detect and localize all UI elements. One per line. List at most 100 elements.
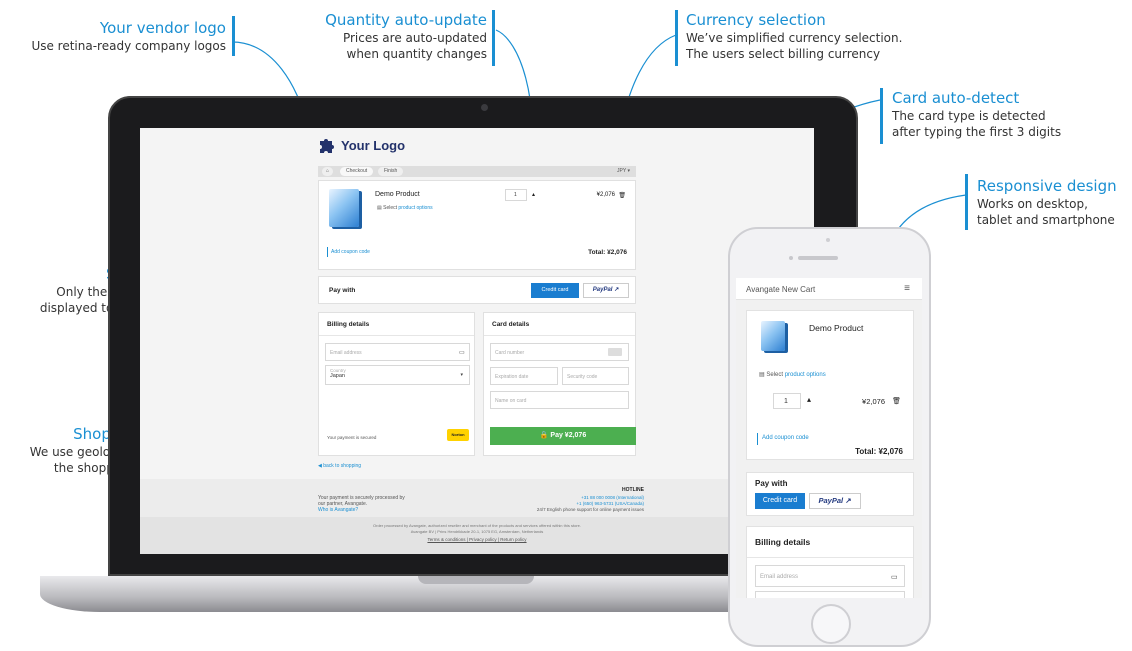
country-select[interactable]: Country Japan ▾ bbox=[325, 365, 470, 385]
mobile-product-options[interactable]: ▤ Select product options bbox=[759, 371, 826, 378]
mobile-product-card: Demo Product ▤ Select product options 1 … bbox=[746, 310, 914, 460]
mobile-billing-title: Billing details bbox=[755, 537, 811, 547]
checkout-steps-bar: ⌂ Checkout Finish JPY ▾ bbox=[318, 166, 636, 177]
mobile-email-field[interactable]: Email address bbox=[755, 565, 905, 587]
quantity-stepper[interactable]: ▴ bbox=[807, 395, 811, 404]
home-icon[interactable]: ⌂ bbox=[322, 167, 334, 176]
puzzle-icon bbox=[320, 139, 334, 153]
laptop-notch bbox=[418, 576, 534, 584]
hotline-heading: HOTLINE bbox=[622, 487, 644, 493]
legal-links[interactable]: Terms & conditions | Privacy policy | Re… bbox=[260, 537, 694, 542]
contact-card-icon: ▭ bbox=[459, 350, 465, 356]
pay-with-card: Pay with Credit card PayPal ↗ bbox=[318, 276, 636, 304]
annotation-desc: We’ve simplified currency selection. bbox=[686, 31, 903, 45]
contact-card-icon: ▭ bbox=[891, 574, 898, 581]
annotation-responsive: Responsive design Works on desktop, tabl… bbox=[977, 176, 1117, 228]
product-price: ¥2,076 bbox=[596, 192, 615, 198]
currency-select[interactable]: JPY ▾ bbox=[617, 168, 630, 174]
annotation-bar bbox=[965, 174, 968, 230]
annotation-title: Card auto-detect bbox=[892, 89, 1020, 107]
pay-button[interactable]: 🔒 Pay ¥2,076 bbox=[490, 427, 636, 445]
product-options-link[interactable]: product options bbox=[398, 205, 432, 211]
add-coupon-link[interactable]: Add coupon code bbox=[331, 249, 370, 255]
chevron-down-icon: ▾ bbox=[460, 372, 463, 378]
external-link-icon: ↗ bbox=[845, 496, 852, 505]
mobile-header: Avangate New Cart ≡ bbox=[736, 278, 922, 300]
annotation-vendor-logo: Your vendor logo Use retina-ready compan… bbox=[31, 18, 226, 54]
desktop-checkout-screen: Your Logo ⌂ Checkout Finish JPY ▾ Demo P… bbox=[140, 128, 814, 554]
mobile-product-price: ¥2,076 bbox=[862, 397, 885, 406]
country-value: Japan bbox=[330, 373, 345, 379]
quantity-input[interactable]: 1 bbox=[505, 189, 527, 201]
trash-icon[interactable]: 🗑 bbox=[618, 192, 626, 199]
back-to-shopping-link[interactable]: ◀ back to shopping bbox=[318, 463, 361, 469]
annotation-bar bbox=[232, 16, 235, 56]
annotation-bar bbox=[675, 10, 678, 66]
norton-badge: Norton bbox=[447, 429, 469, 441]
annotation-title: Currency selection bbox=[686, 11, 826, 29]
annotation-desc: The users select billing currency bbox=[686, 47, 881, 61]
name-on-card-field[interactable]: Name on card bbox=[490, 391, 629, 409]
options-prefix: Select bbox=[766, 372, 784, 378]
external-link-icon: ↗ bbox=[614, 287, 620, 293]
trash-icon[interactable]: 🗑 bbox=[892, 397, 901, 405]
hotline-phone-2[interactable]: +1 (650) 963-5731 (USA/Canada) bbox=[480, 501, 644, 506]
hotline-phone-1[interactable]: +31 88 000 0008 (International) bbox=[480, 495, 644, 500]
annotation-bar bbox=[880, 88, 883, 144]
coupon-divider bbox=[757, 433, 758, 445]
divider bbox=[319, 335, 474, 336]
mobile-pay-with-label: Pay with bbox=[755, 479, 788, 488]
vendor-logo: Your Logo bbox=[318, 137, 405, 153]
security-code-field[interactable]: Security code bbox=[562, 367, 629, 385]
annotation-desc: Works on desktop, bbox=[977, 197, 1088, 211]
product-options[interactable]: ▤ Select product options bbox=[377, 205, 433, 211]
step-checkout[interactable]: Checkout bbox=[340, 167, 374, 176]
annotation-title: Your vendor logo bbox=[99, 19, 226, 37]
phone-camera bbox=[826, 238, 830, 242]
order-text-1: Order processed by Avangate, authorized … bbox=[373, 523, 581, 528]
card-type-icon bbox=[608, 348, 622, 356]
laptop-camera bbox=[481, 104, 488, 111]
mobile-quantity-input[interactable]: 1 bbox=[773, 393, 801, 409]
mobile-options-link[interactable]: product options bbox=[785, 372, 826, 378]
mobile-paypal-button[interactable]: PayPal ↗ bbox=[809, 493, 861, 509]
expiration-field[interactable]: Expiration date bbox=[490, 367, 558, 385]
who-is-avangate-link[interactable]: Who is Avangate? bbox=[318, 507, 358, 513]
mobile-checkout-screen: Avangate New Cart ≡ Demo Product ▤ Selec… bbox=[736, 278, 922, 598]
product-card: Demo Product ▤ Select product options 1 … bbox=[318, 180, 636, 270]
credit-card-button[interactable]: Credit card bbox=[531, 283, 579, 298]
support-text: 24/7 English phone support for online pa… bbox=[536, 507, 644, 512]
annotation-desc: after typing the first 3 digits bbox=[892, 125, 1062, 139]
mobile-cart-total: Total: ¥2,076 bbox=[855, 447, 903, 456]
annotation-bar bbox=[492, 10, 495, 66]
checkout-footer: Your payment is securely processed by ou… bbox=[140, 479, 814, 554]
mobile-country-field[interactable] bbox=[755, 591, 905, 598]
mobile-pay-with-card: Pay with Credit card PayPal ↗ bbox=[746, 472, 914, 516]
annotation-desc: The card type is detected bbox=[892, 109, 1046, 123]
billing-details-card: Billing details Email address ▭ Country … bbox=[318, 312, 475, 456]
paypal-label: PayPal bbox=[818, 496, 844, 505]
step-finish[interactable]: Finish bbox=[378, 167, 404, 176]
mobile-coupon-link[interactable]: Add coupon code bbox=[762, 435, 809, 441]
pay-with-label: Pay with bbox=[329, 287, 356, 294]
card-details-title: Card details bbox=[492, 321, 530, 328]
quantity-stepper[interactable]: ▴ bbox=[532, 191, 535, 198]
hamburger-menu-icon[interactable]: ≡ bbox=[904, 283, 910, 294]
phone-home-button[interactable] bbox=[811, 604, 851, 644]
secured-text: Your payment is secured bbox=[327, 435, 377, 440]
annotation-desc: tablet and smartphone bbox=[977, 213, 1115, 227]
mobile-product-name: Demo Product bbox=[809, 323, 864, 333]
options-prefix: Select bbox=[383, 205, 398, 211]
annotation-desc: when quantity changes bbox=[346, 47, 487, 61]
email-field[interactable]: Email address bbox=[325, 343, 470, 361]
phone-speaker bbox=[798, 256, 838, 260]
cart-total: Total: ¥2,076 bbox=[588, 249, 627, 256]
annotation-currency: Currency selection We’ve simplified curr… bbox=[686, 10, 902, 62]
product-box-image bbox=[329, 189, 359, 227]
mobile-credit-card-button[interactable]: Credit card bbox=[755, 493, 805, 509]
annotation-title: Quantity auto-update bbox=[325, 11, 487, 29]
billing-title: Billing details bbox=[327, 321, 370, 328]
divider bbox=[747, 557, 913, 558]
paypal-button[interactable]: PayPal ↗ bbox=[583, 283, 629, 298]
card-details-card: Card details Card number Expiration date… bbox=[483, 312, 636, 456]
